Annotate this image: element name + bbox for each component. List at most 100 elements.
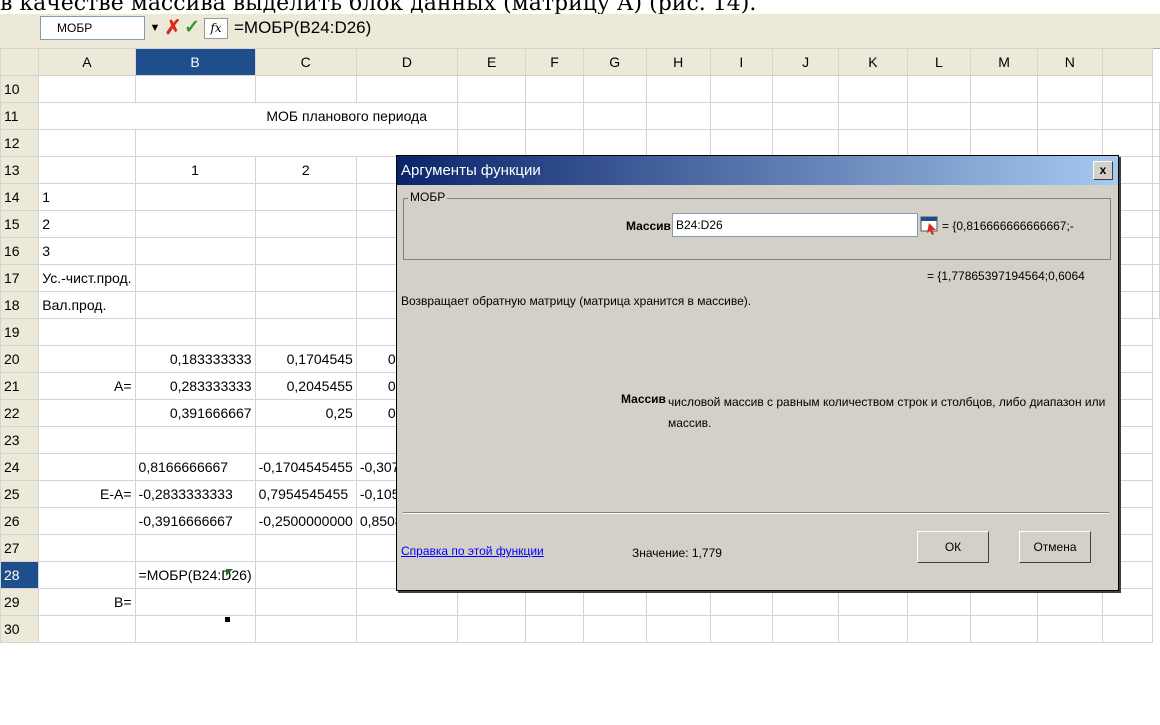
matrix-ea-cell[interactable]: -0,2500000000 bbox=[254, 507, 357, 535]
matrix-a-cell[interactable]: 0,283333333 bbox=[134, 372, 256, 400]
cell[interactable] bbox=[709, 129, 773, 157]
cell[interactable] bbox=[254, 615, 357, 643]
matrix-b-label[interactable]: B= bbox=[38, 588, 136, 616]
cell[interactable] bbox=[254, 561, 357, 589]
cancel-button[interactable]: Отмена bbox=[1019, 531, 1091, 563]
cell[interactable] bbox=[134, 183, 256, 211]
cell[interactable] bbox=[906, 615, 972, 643]
row-header[interactable]: 23 bbox=[0, 426, 40, 454]
cell[interactable] bbox=[134, 291, 256, 319]
row-header[interactable]: 10 bbox=[0, 75, 40, 103]
cell[interactable]: 2 bbox=[254, 156, 357, 184]
cell[interactable] bbox=[38, 75, 136, 103]
ok-button[interactable]: ОК bbox=[917, 531, 989, 563]
cell[interactable] bbox=[38, 102, 136, 130]
cell[interactable] bbox=[970, 615, 1038, 643]
cell[interactable] bbox=[1036, 102, 1103, 130]
cell[interactable] bbox=[1152, 291, 1160, 319]
cancel-formula-icon[interactable]: ✗ bbox=[164, 16, 182, 40]
cell[interactable] bbox=[254, 291, 357, 319]
cell[interactable] bbox=[1036, 615, 1103, 643]
matrix-a-cell[interactable]: 0,25 bbox=[254, 399, 357, 427]
cell[interactable] bbox=[355, 75, 459, 103]
cell[interactable] bbox=[709, 75, 773, 103]
cell[interactable] bbox=[134, 615, 256, 643]
cell[interactable] bbox=[838, 102, 908, 130]
cell[interactable] bbox=[645, 102, 711, 130]
cell[interactable] bbox=[1152, 102, 1160, 130]
cell[interactable]: 1 bbox=[134, 156, 256, 184]
row-header[interactable]: 24 bbox=[0, 453, 40, 481]
cell[interactable] bbox=[771, 615, 840, 643]
active-cell-b28[interactable]: =МОБР(B24:D26) bbox=[134, 561, 256, 589]
cell[interactable] bbox=[1152, 156, 1160, 184]
cell[interactable] bbox=[254, 183, 357, 211]
cell[interactable] bbox=[38, 507, 136, 535]
cell[interactable] bbox=[38, 426, 136, 454]
cell[interactable] bbox=[134, 534, 256, 562]
cell[interactable] bbox=[906, 588, 972, 616]
cell[interactable] bbox=[970, 588, 1038, 616]
cell[interactable] bbox=[1101, 75, 1154, 103]
cell[interactable] bbox=[970, 102, 1038, 130]
cell[interactable] bbox=[906, 75, 972, 103]
column-header-g[interactable]: G bbox=[582, 48, 647, 76]
cell[interactable] bbox=[1101, 588, 1154, 616]
row-header[interactable]: 27 bbox=[0, 534, 40, 562]
row-header[interactable]: 17 bbox=[0, 264, 40, 292]
cell[interactable] bbox=[582, 129, 647, 157]
cell[interactable] bbox=[582, 615, 647, 643]
cell[interactable] bbox=[134, 210, 256, 238]
column-header-b[interactable]: B bbox=[134, 48, 256, 76]
cell[interactable] bbox=[838, 588, 908, 616]
matrix-a-cell[interactable]: 0,1704545 bbox=[254, 345, 357, 373]
cell[interactable] bbox=[134, 75, 256, 103]
cell[interactable] bbox=[38, 399, 136, 427]
cell[interactable] bbox=[38, 453, 136, 481]
row-header[interactable]: 12 bbox=[0, 129, 40, 157]
cell[interactable] bbox=[709, 102, 773, 130]
cell[interactable] bbox=[838, 615, 908, 643]
cell[interactable] bbox=[582, 75, 647, 103]
cell[interactable] bbox=[254, 210, 357, 238]
table-title-cell[interactable]: МОБ планового периода bbox=[135, 102, 459, 130]
column-header-m[interactable]: M bbox=[970, 48, 1038, 76]
cell[interactable] bbox=[134, 129, 459, 157]
cell[interactable] bbox=[970, 75, 1038, 103]
matrix-ea-cell[interactable]: -0,1704545455 bbox=[254, 453, 357, 481]
cell[interactable] bbox=[645, 588, 711, 616]
cell[interactable] bbox=[355, 588, 459, 616]
row-header[interactable]: 28 bbox=[0, 561, 40, 589]
cell[interactable]: 1 bbox=[38, 183, 136, 211]
dialog-title-bar[interactable]: Аргументы функции bbox=[397, 156, 1118, 185]
cell[interactable] bbox=[1152, 264, 1160, 292]
row-header[interactable]: 19 bbox=[0, 318, 40, 346]
row-header[interactable]: 18 bbox=[0, 291, 40, 319]
cell[interactable] bbox=[254, 426, 357, 454]
cell[interactable] bbox=[970, 129, 1038, 157]
cell[interactable] bbox=[38, 561, 136, 589]
cell[interactable] bbox=[1152, 129, 1160, 157]
fill-handle[interactable] bbox=[225, 617, 230, 622]
matrix-a-cell[interactable]: 0,2045455 bbox=[254, 372, 357, 400]
column-header-d[interactable]: D bbox=[355, 48, 459, 76]
cell[interactable] bbox=[134, 426, 256, 454]
matrix-ea-cell[interactable]: 0,7954545455 bbox=[254, 480, 357, 508]
row-header[interactable]: 16 bbox=[0, 237, 40, 265]
cell[interactable] bbox=[254, 75, 357, 103]
column-header-f[interactable]: F bbox=[525, 48, 584, 76]
cell[interactable] bbox=[771, 129, 840, 157]
cell[interactable]: Ус.-чист.прод. bbox=[38, 264, 136, 292]
matrix-ea-cell[interactable]: 0,8166666667 bbox=[134, 453, 256, 481]
cell[interactable] bbox=[838, 75, 908, 103]
row-header[interactable]: 13 bbox=[0, 156, 40, 184]
cell[interactable] bbox=[254, 237, 357, 265]
cell[interactable] bbox=[1101, 129, 1154, 157]
cell[interactable] bbox=[906, 129, 972, 157]
cell[interactable] bbox=[134, 264, 256, 292]
cell[interactable] bbox=[1101, 102, 1154, 130]
cell[interactable] bbox=[906, 102, 972, 130]
formula-input[interactable]: =МОБР(B24:D26) bbox=[234, 16, 1160, 40]
cell[interactable] bbox=[1152, 210, 1160, 238]
row-header[interactable]: 30 bbox=[0, 615, 40, 643]
